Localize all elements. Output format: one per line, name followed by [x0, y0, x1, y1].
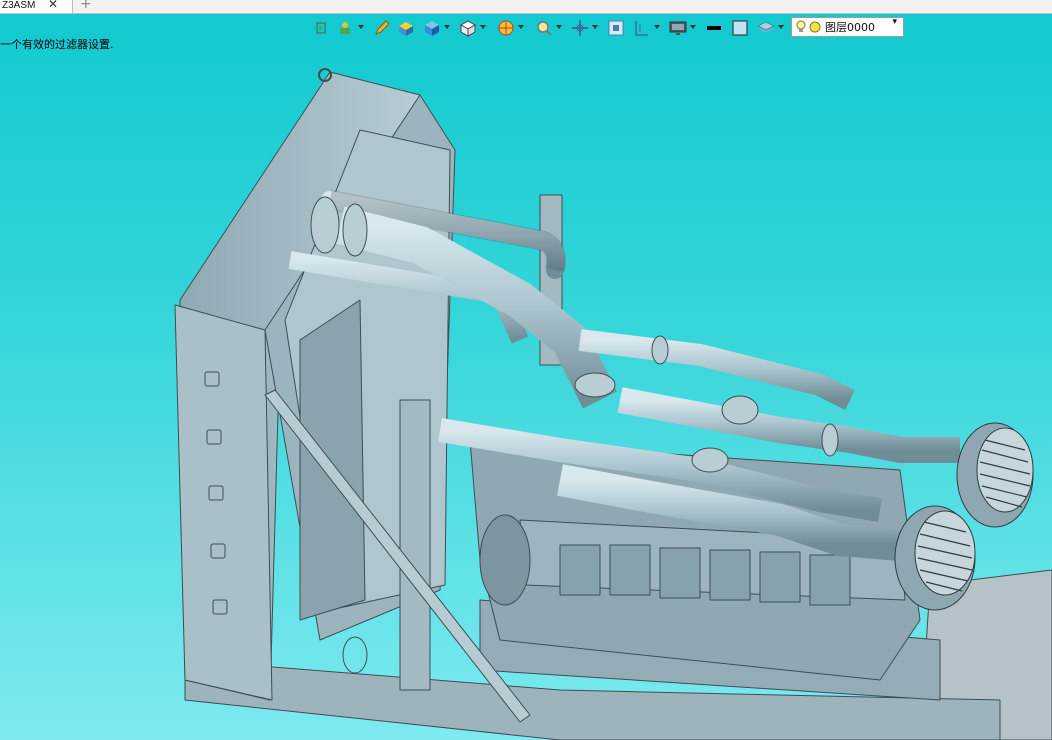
layer-name: 图层0000: [825, 21, 875, 34]
render-style-icon[interactable]: [422, 18, 442, 38]
fill-color-icon[interactable]: [730, 18, 750, 38]
support-post: [399, 399, 431, 691]
view-cube-icon[interactable]: [458, 18, 478, 38]
tab-bar: Z3ASM ✕ +: [0, 0, 1052, 14]
air-filter-lower: [894, 505, 976, 611]
layer-dropdown[interactable]: 图层0000 ▾: [791, 17, 904, 37]
view-toolbar: 图层0000 ▾: [308, 16, 908, 40]
paint-box-icon[interactable]: [396, 18, 416, 38]
line-color-icon[interactable]: [704, 18, 724, 38]
section-view-icon[interactable]: [496, 18, 516, 38]
zoom-icon[interactable]: [534, 18, 554, 38]
dropdown-arrow-icon: ▾: [892, 17, 897, 27]
orient-icon[interactable]: [570, 18, 590, 38]
air-filter-upper: [956, 422, 1034, 528]
fit-view-icon[interactable]: [606, 18, 626, 38]
layer-stack-icon[interactable]: [756, 18, 776, 38]
measure-icon[interactable]: [632, 18, 652, 38]
sketch-pencil-icon[interactable]: [372, 18, 392, 38]
display-icon[interactable]: [668, 18, 688, 38]
tab-title: Z3ASM: [2, 0, 36, 11]
import-icon[interactable]: [312, 18, 332, 38]
flywheel-housing: [479, 514, 531, 606]
model-viewport[interactable]: [0, 44, 1052, 740]
document-tab[interactable]: Z3ASM ✕: [0, 0, 73, 13]
layer-color-icon: [809, 21, 821, 33]
close-tab-icon[interactable]: ✕: [48, 0, 58, 11]
assembly-icon[interactable]: [336, 18, 356, 38]
new-tab-button[interactable]: +: [80, 0, 92, 12]
light-bulb-icon[interactable]: [795, 20, 807, 34]
